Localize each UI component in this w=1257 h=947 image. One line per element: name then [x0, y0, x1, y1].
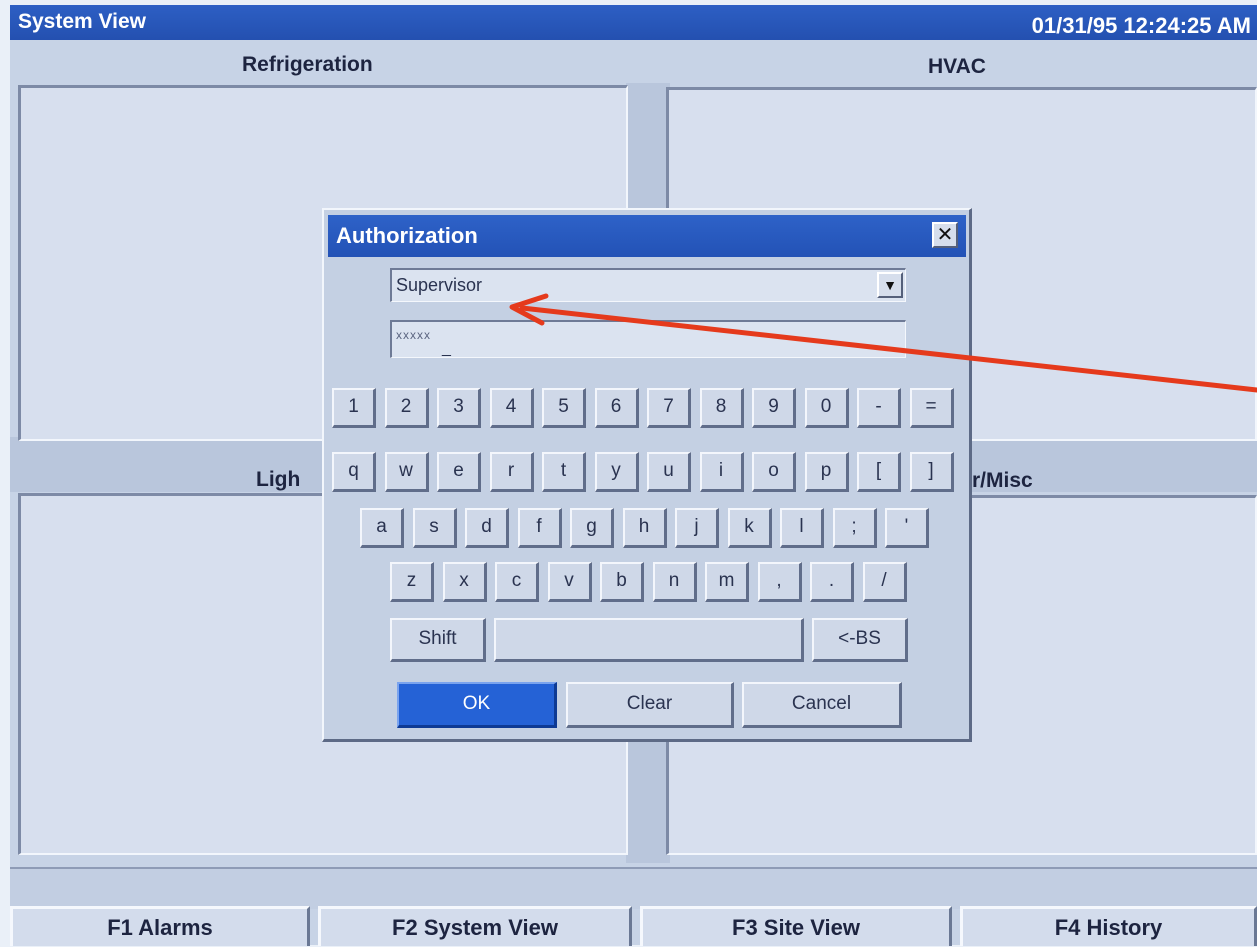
- key-row2-6[interactable]: u: [647, 452, 691, 492]
- dialog-title: Authorization: [336, 223, 478, 248]
- key-row1-1[interactable]: 2: [384, 388, 429, 428]
- password-mask: xxxxx: [396, 328, 431, 342]
- f1-alarms-button[interactable]: F1 Alarms: [10, 906, 310, 946]
- user-level-value: Supervisor: [396, 275, 483, 295]
- clear-button[interactable]: Clear: [566, 682, 734, 728]
- key-row4-1[interactable]: x: [442, 562, 487, 602]
- refrigeration-title: Refrigeration: [242, 53, 373, 76]
- key-row1-5[interactable]: 6: [594, 388, 639, 428]
- key-row4-3[interactable]: v: [547, 562, 592, 602]
- key-row4-9[interactable]: /: [862, 562, 907, 602]
- hvac-title: HVAC: [928, 55, 986, 78]
- key-row2-2[interactable]: e: [437, 452, 481, 492]
- key-row1-6[interactable]: 7: [647, 388, 691, 428]
- key-row1-11[interactable]: =: [909, 388, 954, 428]
- datetime-display: 01/31/95 12:24:25 AM: [1031, 13, 1251, 38]
- title-bar: System View 01/31/95 12:24:25 AM: [10, 5, 1257, 40]
- key-row4-0[interactable]: z: [390, 562, 434, 602]
- key-row2-7[interactable]: i: [699, 452, 744, 492]
- f2-system-view-button[interactable]: F2 System View: [318, 906, 632, 946]
- close-icon[interactable]: ✕: [932, 222, 958, 248]
- key-row4-2[interactable]: c: [495, 562, 539, 602]
- key-row2-8[interactable]: o: [752, 452, 796, 492]
- authorization-dialog: Authorization ✕ Supervisor ▼ xxxxx _ 123…: [322, 208, 972, 742]
- window-title: System View: [18, 10, 147, 33]
- cancel-button[interactable]: Cancel: [742, 682, 902, 728]
- key-row2-3[interactable]: r: [489, 452, 534, 492]
- backspace-key[interactable]: <-BS: [812, 618, 908, 662]
- ok-button[interactable]: OK: [397, 682, 557, 728]
- key-row2-10[interactable]: [: [857, 452, 901, 492]
- key-row4-7[interactable]: ,: [757, 562, 802, 602]
- shift-key[interactable]: Shift: [390, 618, 486, 662]
- key-row2-11[interactable]: ]: [909, 452, 954, 492]
- other-misc-title: r/Misc: [972, 469, 1033, 492]
- key-row3-0[interactable]: a: [360, 508, 404, 548]
- lighting-title: Ligh: [256, 468, 301, 491]
- key-row3-8[interactable]: l: [780, 508, 824, 548]
- key-row4-8[interactable]: .: [810, 562, 854, 602]
- key-row2-9[interactable]: p: [804, 452, 849, 492]
- user-level-select[interactable]: Supervisor ▼: [390, 268, 906, 302]
- key-row1-8[interactable]: 9: [752, 388, 796, 428]
- key-row3-6[interactable]: j: [675, 508, 719, 548]
- key-row3-4[interactable]: g: [570, 508, 614, 548]
- key-row4-5[interactable]: n: [652, 562, 697, 602]
- key-row2-1[interactable]: w: [384, 452, 429, 492]
- key-row1-9[interactable]: 0: [804, 388, 849, 428]
- key-row3-3[interactable]: f: [517, 508, 562, 548]
- key-row3-7[interactable]: k: [727, 508, 772, 548]
- key-row1-4[interactable]: 5: [542, 388, 586, 428]
- key-row1-2[interactable]: 3: [437, 388, 481, 428]
- dialog-title-bar: Authorization ✕: [328, 215, 966, 257]
- text-caret: _: [442, 340, 451, 357]
- key-row4-4[interactable]: b: [600, 562, 644, 602]
- key-row3-9[interactable]: ;: [832, 508, 877, 548]
- key-row1-7[interactable]: 8: [699, 388, 744, 428]
- key-row2-0[interactable]: q: [332, 452, 376, 492]
- f4-history-button[interactable]: F4 History: [960, 906, 1257, 946]
- key-row3-5[interactable]: h: [622, 508, 667, 548]
- key-row4-6[interactable]: m: [705, 562, 749, 602]
- key-row2-5[interactable]: y: [594, 452, 639, 492]
- f3-site-view-button[interactable]: F3 Site View: [640, 906, 952, 946]
- space-key[interactable]: [494, 618, 804, 662]
- key-row3-2[interactable]: d: [465, 508, 509, 548]
- password-field[interactable]: xxxxx _: [390, 320, 906, 358]
- status-strip: [10, 867, 1257, 909]
- key-row3-1[interactable]: s: [412, 508, 457, 548]
- chevron-down-icon[interactable]: ▼: [877, 272, 903, 298]
- key-row1-0[interactable]: 1: [332, 388, 376, 428]
- key-row2-4[interactable]: t: [542, 452, 586, 492]
- key-row3-10[interactable]: ': [885, 508, 929, 548]
- key-row1-10[interactable]: -: [857, 388, 901, 428]
- key-row1-3[interactable]: 4: [489, 388, 534, 428]
